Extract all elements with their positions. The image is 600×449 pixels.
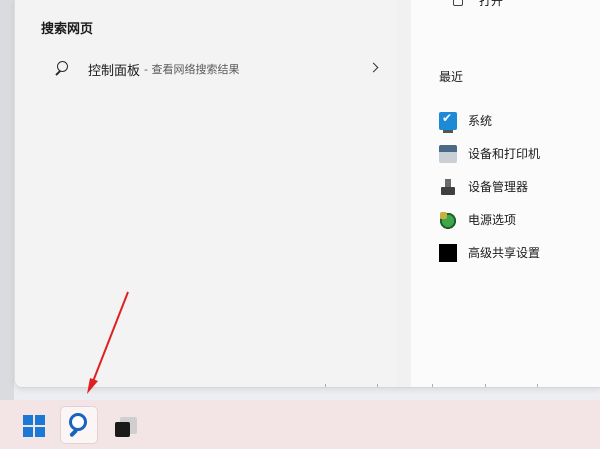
section-title-web: 搜索网页 <box>41 22 94 37</box>
search-results-pane: 搜索网页 控制面板 - 查看网络搜索结果 <box>15 0 397 387</box>
start-button[interactable] <box>15 406 53 444</box>
power-options-icon <box>439 210 457 229</box>
search-icon <box>69 413 87 431</box>
task-view-button[interactable] <box>108 406 146 444</box>
divider-tick <box>325 384 326 387</box>
recent-item-device-manager[interactable]: 设备管理器 <box>439 170 540 203</box>
chevron-right-icon[interactable] <box>368 62 379 73</box>
divider-tick <box>485 384 486 387</box>
search-icon <box>51 57 75 81</box>
recent-item-advanced-sharing[interactable]: 高级共享设置 <box>439 236 540 269</box>
recent-item-devices-printers[interactable]: 设备和打印机 <box>439 137 540 170</box>
printer-icon <box>439 144 457 163</box>
open-label: 打开 <box>479 0 504 8</box>
windows-logo-icon <box>23 415 45 437</box>
open-action[interactable]: 打开 <box>437 0 503 8</box>
open-icon <box>453 0 463 6</box>
result-title: 控制面板 <box>88 63 141 79</box>
recent-item-power-options[interactable]: 电源选项 <box>439 203 540 236</box>
system-icon <box>439 111 457 133</box>
search-flyout: 搜索网页 控制面板 - 查看网络搜索结果 打开 最近 系统 设备和打印机 设备 <box>14 0 600 388</box>
divider-tick <box>377 384 378 387</box>
taskbar <box>0 400 600 449</box>
recent-list: 系统 设备和打印机 设备管理器 电源选项 高级共享设置 <box>439 104 540 269</box>
recent-item-label: 设备和打印机 <box>468 147 541 161</box>
task-view-icon-front <box>115 422 130 437</box>
divider-tick <box>537 384 538 387</box>
recent-item-label: 高级共享设置 <box>468 246 541 260</box>
recent-item-system[interactable]: 系统 <box>439 104 540 137</box>
desktop-edge <box>0 0 14 400</box>
recent-item-label: 系统 <box>468 114 493 128</box>
search-button[interactable] <box>60 406 98 444</box>
divider-tick <box>432 384 433 387</box>
result-subtitle: - 查看网络搜索结果 <box>144 63 240 76</box>
recent-item-label: 设备管理器 <box>468 180 529 194</box>
details-pane: 打开 最近 系统 设备和打印机 设备管理器 电源选项 高级共享设置 <box>411 0 600 387</box>
device-manager-icon <box>439 178 457 196</box>
web-search-result[interactable]: 控制面板 - 查看网络搜索结果 <box>41 52 379 86</box>
search-icon-handle <box>69 428 78 438</box>
recent-title: 最近 <box>439 70 464 84</box>
recent-item-label: 电源选项 <box>468 213 517 227</box>
sharing-settings-icon <box>439 243 457 262</box>
